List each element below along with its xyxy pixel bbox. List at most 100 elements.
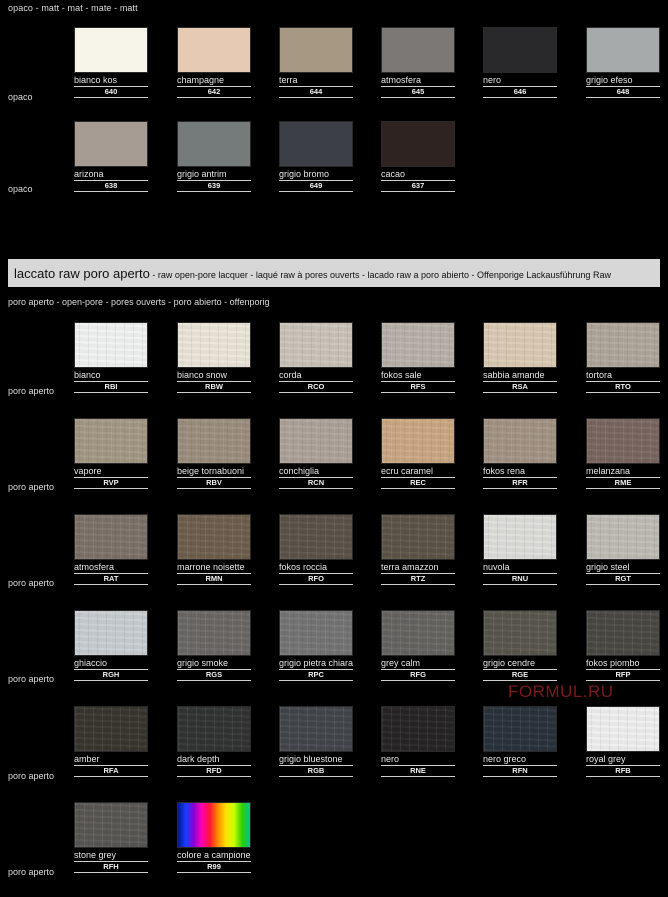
swatch-name: grey calm: [381, 658, 421, 668]
swatch-name: vapore: [74, 466, 102, 476]
swatch: grigio cendre RGE: [483, 610, 557, 681]
swatch-code: RMN: [205, 574, 223, 583]
swatch: grigio antrim 639: [177, 121, 251, 192]
swatch-code: RFS: [410, 382, 426, 391]
swatch-code: RCN: [307, 478, 325, 487]
swatch-code: 648: [616, 87, 630, 96]
color-chip: [74, 322, 148, 368]
color-chip: [279, 514, 353, 560]
swatch-name: grigio bluestone: [279, 754, 343, 764]
swatch: fokos sale RFS: [381, 322, 455, 393]
swatch-code: 645: [411, 87, 425, 96]
swatch-name: ecru caramel: [381, 466, 434, 476]
divider: [279, 680, 353, 681]
section-band: laccato raw poro aperto - raw open-pore …: [8, 259, 660, 287]
swatch: grigio pietra chiara RPC: [279, 610, 353, 681]
color-chip: [279, 322, 353, 368]
divider: [74, 392, 148, 393]
color-chip: [381, 322, 455, 368]
swatch: nero 646: [483, 27, 557, 98]
swatch-name: atmosfera: [381, 75, 422, 85]
swatch-code: RFR: [512, 478, 528, 487]
divider: [177, 776, 251, 777]
swatch-code: RAT: [103, 574, 119, 583]
swatch-code: REC: [410, 478, 426, 487]
divider: [279, 392, 353, 393]
swatch: conchiglia RCN: [279, 418, 353, 489]
swatch: grigio efeso 648: [586, 27, 660, 98]
swatch: ghiaccio RGH: [74, 610, 148, 681]
divider: [483, 776, 557, 777]
swatch: fokos roccia RFO: [279, 514, 353, 585]
swatch-code: RFA: [103, 766, 119, 775]
swatch-name: sabbia amande: [483, 370, 545, 380]
swatch-code: 646: [513, 87, 527, 96]
color-chip: [74, 514, 148, 560]
swatch: atmosfera RAT: [74, 514, 148, 585]
color-chip: [177, 418, 251, 464]
color-chip: [483, 27, 557, 73]
swatch-code: RFH: [103, 862, 119, 871]
swatch: tortora RTO: [586, 322, 660, 393]
swatch: grigio smoke RGS: [177, 610, 251, 681]
divider: [586, 97, 660, 98]
color-chip: [74, 610, 148, 656]
swatch-code: 639: [207, 181, 221, 190]
color-chip: [74, 802, 148, 848]
divider: [381, 680, 455, 681]
swatch-name: nuvola: [483, 562, 510, 572]
swatch: grigio bromo 649: [279, 121, 353, 192]
swatch-name: grigio smoke: [177, 658, 229, 668]
swatch: grigio steel RGT: [586, 514, 660, 585]
divider: [381, 392, 455, 393]
color-chip: [74, 27, 148, 73]
divider: [177, 488, 251, 489]
swatch-code: RFN: [512, 766, 528, 775]
swatch-name: nero: [483, 75, 502, 85]
swatch-code: 644: [309, 87, 323, 96]
swatch-code: RGE: [511, 670, 529, 679]
color-chip: [279, 27, 353, 73]
swatch-name: fokos rena: [483, 466, 526, 476]
swatch: bianco RBI: [74, 322, 148, 393]
swatch: atmosfera 645: [381, 27, 455, 98]
swatch-name: conchiglia: [279, 466, 320, 476]
swatch-name: fokos roccia: [279, 562, 328, 572]
swatch: fokos piombo RFP: [586, 610, 660, 681]
divider: [177, 584, 251, 585]
swatch-name: grigio efeso: [586, 75, 633, 85]
color-chip: [586, 27, 660, 73]
color-chip: [177, 27, 251, 73]
swatch-code: RTO: [615, 382, 631, 391]
swatch: nero RNE: [381, 706, 455, 777]
row-label: opaco: [8, 184, 33, 194]
swatch-code: RBI: [104, 382, 118, 391]
color-chip: [483, 610, 557, 656]
color-chip: [74, 706, 148, 752]
divider: [381, 776, 455, 777]
swatch-name: dark depth: [177, 754, 220, 764]
swatch-code: RFG: [410, 670, 426, 679]
divider: [177, 191, 251, 192]
page-header: opaco - matt - mat - mate - matt: [8, 3, 138, 13]
swatch: vapore RVP: [74, 418, 148, 489]
divider: [381, 97, 455, 98]
swatch-name: fokos piombo: [586, 658, 640, 668]
swatch-name: nero: [381, 754, 400, 764]
swatch-code: RSA: [512, 382, 528, 391]
swatch-name: grigio cendre: [483, 658, 536, 668]
swatch: ecru caramel REC: [381, 418, 455, 489]
divider: [586, 680, 660, 681]
swatch-code: 638: [104, 181, 118, 190]
color-chip: [586, 706, 660, 752]
color-chip: [177, 706, 251, 752]
divider: [74, 191, 148, 192]
divider: [177, 872, 251, 873]
color-chip: [381, 514, 455, 560]
divider: [586, 584, 660, 585]
swatch: marrone noisette RMN: [177, 514, 251, 585]
swatch-code: RFO: [308, 574, 324, 583]
swatch-code: RNE: [410, 766, 426, 775]
swatch-code: RTZ: [410, 574, 426, 583]
row-label: poro aperto: [8, 771, 55, 781]
